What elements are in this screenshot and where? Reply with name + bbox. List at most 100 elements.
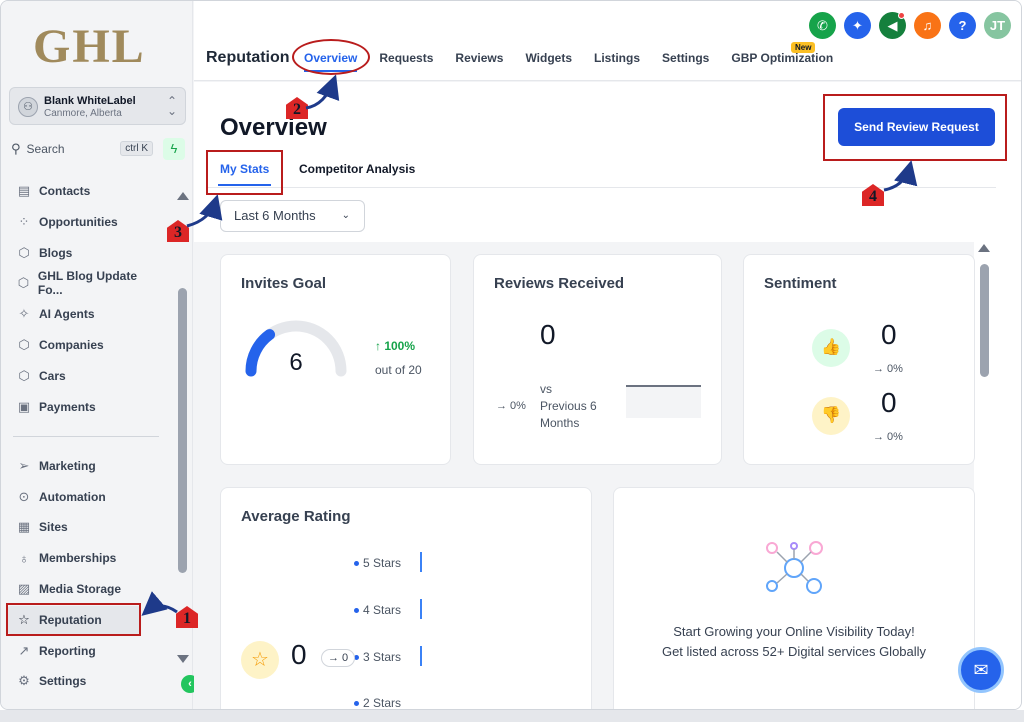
- window-bottom-edge: [0, 710, 1024, 722]
- legend-bullet: [354, 701, 359, 707]
- rating-row-4: 4 Stars: [354, 599, 422, 619]
- image-icon: ▨: [17, 581, 31, 596]
- average-rating-card: Average Rating 5 Stars 4 Stars 3 Stars 2…: [220, 487, 592, 709]
- main-scrollbar[interactable]: [980, 264, 989, 377]
- contacts-icon: ▤: [17, 183, 31, 198]
- sidebar-item-settings[interactable]: ⚙ Settings: [7, 667, 157, 695]
- sidebar-divider: [13, 436, 159, 437]
- vs-unit: Months: [540, 416, 580, 430]
- rating-row-label: 3 Stars: [363, 650, 402, 664]
- sidebar-item-label: AI Agents: [39, 307, 95, 321]
- user-avatar[interactable]: JT: [984, 12, 1011, 39]
- sidebar-item-contacts[interactable]: ▤ Contacts: [7, 177, 157, 205]
- sidebar-item-blogs[interactable]: ⬡ Blogs: [7, 239, 157, 267]
- sidebar-item-cars[interactable]: ⬡ Cars: [7, 362, 157, 390]
- sidebar-item-label: Contacts: [39, 184, 91, 198]
- chat-widget-button[interactable]: ✉: [958, 647, 1004, 693]
- reviews-percent: → 0%: [496, 400, 526, 412]
- sidebar-item-label: Settings: [39, 674, 87, 688]
- tab-listings[interactable]: Listings: [594, 51, 640, 65]
- tab-widgets[interactable]: Widgets: [525, 51, 572, 65]
- promo-subline: Get listed across 52+ Digital services G…: [661, 644, 927, 659]
- help-icon[interactable]: ?: [949, 12, 976, 39]
- account-location: Canmore, Alberta: [44, 108, 122, 119]
- sidebar-item-label: Reporting: [39, 644, 96, 658]
- date-range-dropdown[interactable]: Last 6 Months ⌄: [220, 200, 365, 232]
- invites-percent: ↑ 100%: [375, 339, 416, 353]
- top-icons: ✆ ✦ ◀ ♫ ? JT: [809, 12, 1011, 39]
- legend-bullet: [354, 561, 359, 567]
- opportunities-icon: ⁘: [18, 214, 30, 229]
- cube-icon: ⬡: [17, 275, 30, 290]
- account-switcher[interactable]: ⚇ Blank WhiteLabel Canmore, Alberta ⌃ ⌄: [9, 87, 186, 125]
- search-button[interactable]: ⚲ Search ctrl K: [9, 137, 157, 161]
- rating-bar: [420, 646, 422, 666]
- sites-icon: ▦: [17, 519, 31, 534]
- chevron-updown-icon: ⌃ ⌄: [166, 94, 177, 118]
- thumbs-down-icon: 👎: [812, 397, 850, 435]
- quick-action-bolt-icon[interactable]: ϟ: [163, 138, 185, 160]
- sidebar-item-label: Blogs: [39, 246, 73, 260]
- card-title: Invites Goal: [241, 275, 327, 292]
- sidebar-scroll-up-arrow[interactable]: [177, 192, 189, 200]
- sidebar-item-reporting[interactable]: ↗ Reporting: [7, 637, 157, 665]
- search-icon: ⚲: [11, 141, 21, 156]
- rating-row-label: 2 Stars: [363, 696, 402, 708]
- sidebar-item-payments[interactable]: ▣ Payments: [7, 393, 157, 421]
- sidebar-item-label: Cars: [39, 369, 66, 383]
- subtab-competitor-analysis[interactable]: Competitor Analysis: [299, 162, 415, 176]
- sidebar-item-companies[interactable]: ⬡ Companies: [7, 331, 157, 359]
- new-badge: New: [791, 42, 816, 53]
- annotation-box-my-stats: [206, 150, 283, 195]
- sidebar-item-memberships[interactable]: ♁ Memberships: [7, 544, 157, 572]
- tab-gbp-optimization[interactable]: GBP Optimization: [731, 51, 833, 65]
- phone-icon[interactable]: ✆: [809, 12, 836, 39]
- sidebar-item-label: Opportunities: [39, 215, 118, 229]
- main-scroll-up-arrow[interactable]: [978, 244, 990, 252]
- sidebar-scroll-down-arrow[interactable]: [177, 655, 189, 663]
- annotation-box-reputation: [6, 603, 141, 636]
- invites-out-of: out of 20: [375, 363, 422, 377]
- rating-bar: [420, 599, 422, 619]
- account-avatar-icon: ⚇: [18, 97, 38, 117]
- tab-requests[interactable]: Requests: [379, 51, 433, 65]
- sidebar-item-label: Media Storage: [39, 582, 122, 596]
- rating-change-chip: → 0: [321, 649, 356, 667]
- module-tabs: Overview Requests Reviews Widgets Listin…: [304, 51, 855, 72]
- sidebar-item-label: GHL Blog Update Fo...: [37, 269, 137, 297]
- account-name: Blank WhiteLabel: [44, 95, 136, 107]
- sidebar-item-opportunities[interactable]: ⁘ Opportunities: [7, 208, 157, 236]
- legend-bullet: [354, 608, 359, 614]
- cube-icon: ⬡: [18, 368, 30, 383]
- rating-row-5: 5 Stars: [354, 552, 422, 572]
- sidebar-item-sites[interactable]: ▦ Sites: [7, 513, 157, 541]
- reviews-value: 0: [540, 319, 556, 350]
- bell-icon[interactable]: ♫: [914, 12, 941, 39]
- rating-row-3: 3 Stars: [354, 646, 422, 666]
- sidebar-item-marketing[interactable]: ➢ Marketing: [7, 452, 157, 480]
- sidebar-item-ai-agents[interactable]: ✧ AI Agents: [7, 300, 157, 328]
- page-title: Overview: [220, 114, 327, 141]
- module-title: Reputation: [206, 49, 290, 66]
- tab-settings[interactable]: Settings: [662, 51, 709, 65]
- logo: GHL: [33, 20, 146, 73]
- average-rating-value: 0: [291, 639, 307, 670]
- sidebar-item-media-storage[interactable]: ▨ Media Storage: [7, 575, 157, 603]
- listings-promo-card: Start Growing your Online Visibility Tod…: [613, 487, 975, 709]
- tab-reviews[interactable]: Reviews: [455, 51, 503, 65]
- positive-percent: → 0%: [873, 363, 903, 375]
- satellite-icon[interactable]: ✦: [844, 12, 871, 39]
- sidebar-item-label: Payments: [39, 400, 96, 414]
- card-title: Average Rating: [241, 508, 351, 525]
- sidebar-item-label: Companies: [39, 338, 104, 352]
- thumbs-up-icon: 👍: [812, 329, 850, 367]
- sidebar-item-automation[interactable]: ⊙ Automation: [7, 483, 157, 511]
- sidebar-scrollbar[interactable]: [178, 288, 187, 573]
- reviews-sparkline: [626, 385, 701, 418]
- rating-row-label: 5 Stars: [363, 556, 402, 570]
- megaphone-icon[interactable]: ◀: [879, 12, 906, 39]
- main-content: Overview Send Review Request My Stats Co…: [194, 82, 1021, 709]
- trend-icon: ↗: [18, 643, 30, 658]
- sidebar-item-ghl-blog[interactable]: ⬡ GHL Blog Update Fo...: [7, 269, 157, 297]
- rating-row-2: 2 Stars: [354, 696, 401, 708]
